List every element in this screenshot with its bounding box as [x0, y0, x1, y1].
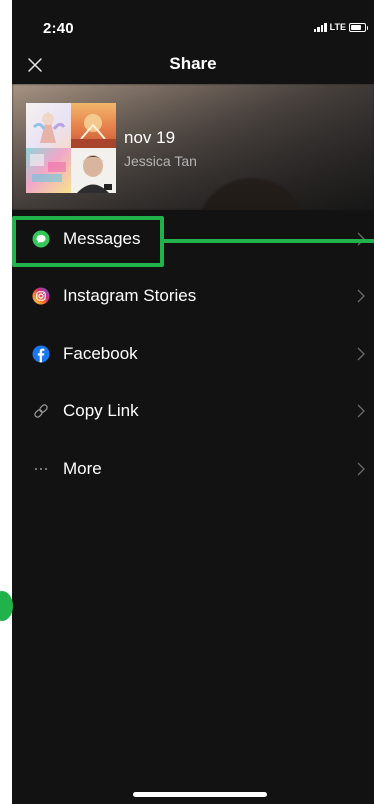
share-option-label: More [63, 458, 102, 478]
cover-tile [71, 103, 116, 148]
share-option-label: Instagram Stories [63, 286, 197, 306]
status-bar: 2:40 LTE [12, 0, 374, 44]
highlight-box [12, 216, 164, 267]
share-header: Share [12, 44, 374, 84]
share-option-instagram-stories[interactable]: Instagram Stories [12, 268, 374, 326]
home-indicator[interactable] [133, 792, 267, 797]
cover-tile [26, 148, 71, 193]
share-preview: nov 19 Jessica Tan [12, 84, 374, 210]
link-icon [32, 402, 50, 420]
share-option-label: Facebook [63, 343, 138, 363]
playlist-owner: Jessica Tan [124, 153, 197, 169]
share-option-label: Copy Link [63, 401, 139, 421]
status-time: 2:40 [43, 20, 74, 37]
chevron-right-icon [357, 347, 365, 361]
chevron-right-icon [357, 404, 365, 418]
chevron-right-icon [357, 462, 365, 476]
highlight-connector-line [164, 239, 374, 243]
share-screen: 2:40 LTE Share nov 19 Jessica Tan Messag… [12, 0, 374, 804]
cover-tile [71, 148, 116, 193]
share-option-facebook[interactable]: Facebook [12, 325, 374, 383]
share-option-more[interactable]: More [12, 440, 374, 498]
share-option-copy-link[interactable]: Copy Link [12, 383, 374, 441]
playlist-cover [26, 103, 116, 193]
playlist-title: nov 19 [124, 128, 176, 147]
instagram-icon [32, 287, 50, 305]
status-indicators: LTE [313, 22, 368, 32]
chevron-right-icon [357, 289, 365, 303]
more-icon [32, 460, 50, 478]
battery-icon [349, 22, 368, 32]
facebook-icon [32, 345, 50, 363]
network-type: LTE [329, 22, 346, 32]
page-title: Share [169, 54, 217, 73]
signal-icon [313, 22, 327, 32]
cover-tile [26, 103, 71, 148]
